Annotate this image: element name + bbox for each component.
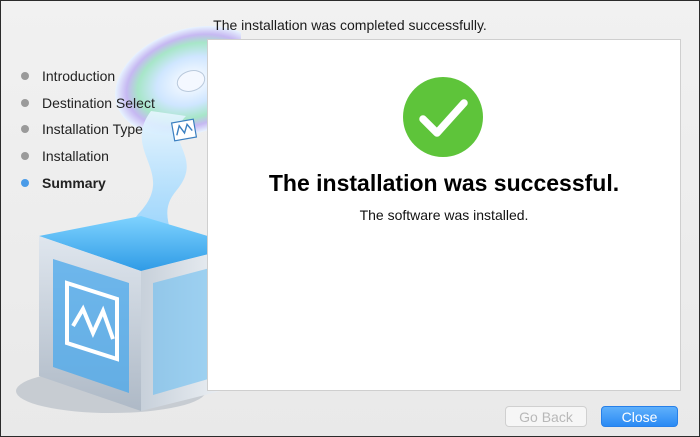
checkmark-circle-icon <box>403 77 483 157</box>
step-installation-type: Installation Type <box>21 116 155 143</box>
step-status-dot <box>21 72 29 81</box>
step-status-dot <box>21 98 29 107</box>
summary-content-panel: The installation was successful. The sof… <box>207 39 681 391</box>
step-summary: Summary <box>21 169 155 196</box>
step-label: Destination Select <box>42 94 155 111</box>
success-message: The software was installed. <box>359 207 529 223</box>
step-label: Summary <box>42 174 106 191</box>
virtualbox-logo-small-icon <box>170 118 198 142</box>
step-label: Installation Type <box>42 121 143 138</box>
step-label: Installation <box>42 148 109 165</box>
installer-steps-list: Introduction Destination Select Installa… <box>21 63 155 196</box>
step-status-dot <box>21 178 29 187</box>
step-installation: Installation <box>21 143 155 170</box>
step-introduction: Introduction <box>21 63 155 90</box>
step-label: Introduction <box>42 68 116 85</box>
step-status-dot <box>21 152 29 161</box>
step-destination-select: Destination Select <box>21 90 155 117</box>
step-status-dot <box>21 125 29 134</box>
go-back-button[interactable]: Go Back <box>505 406 587 427</box>
installer-window: The installation was completed successfu… <box>0 0 700 437</box>
success-heading: The installation was successful. <box>268 170 620 196</box>
close-button[interactable]: Close <box>601 406 678 427</box>
window-header-title: The installation was completed successfu… <box>213 17 487 33</box>
